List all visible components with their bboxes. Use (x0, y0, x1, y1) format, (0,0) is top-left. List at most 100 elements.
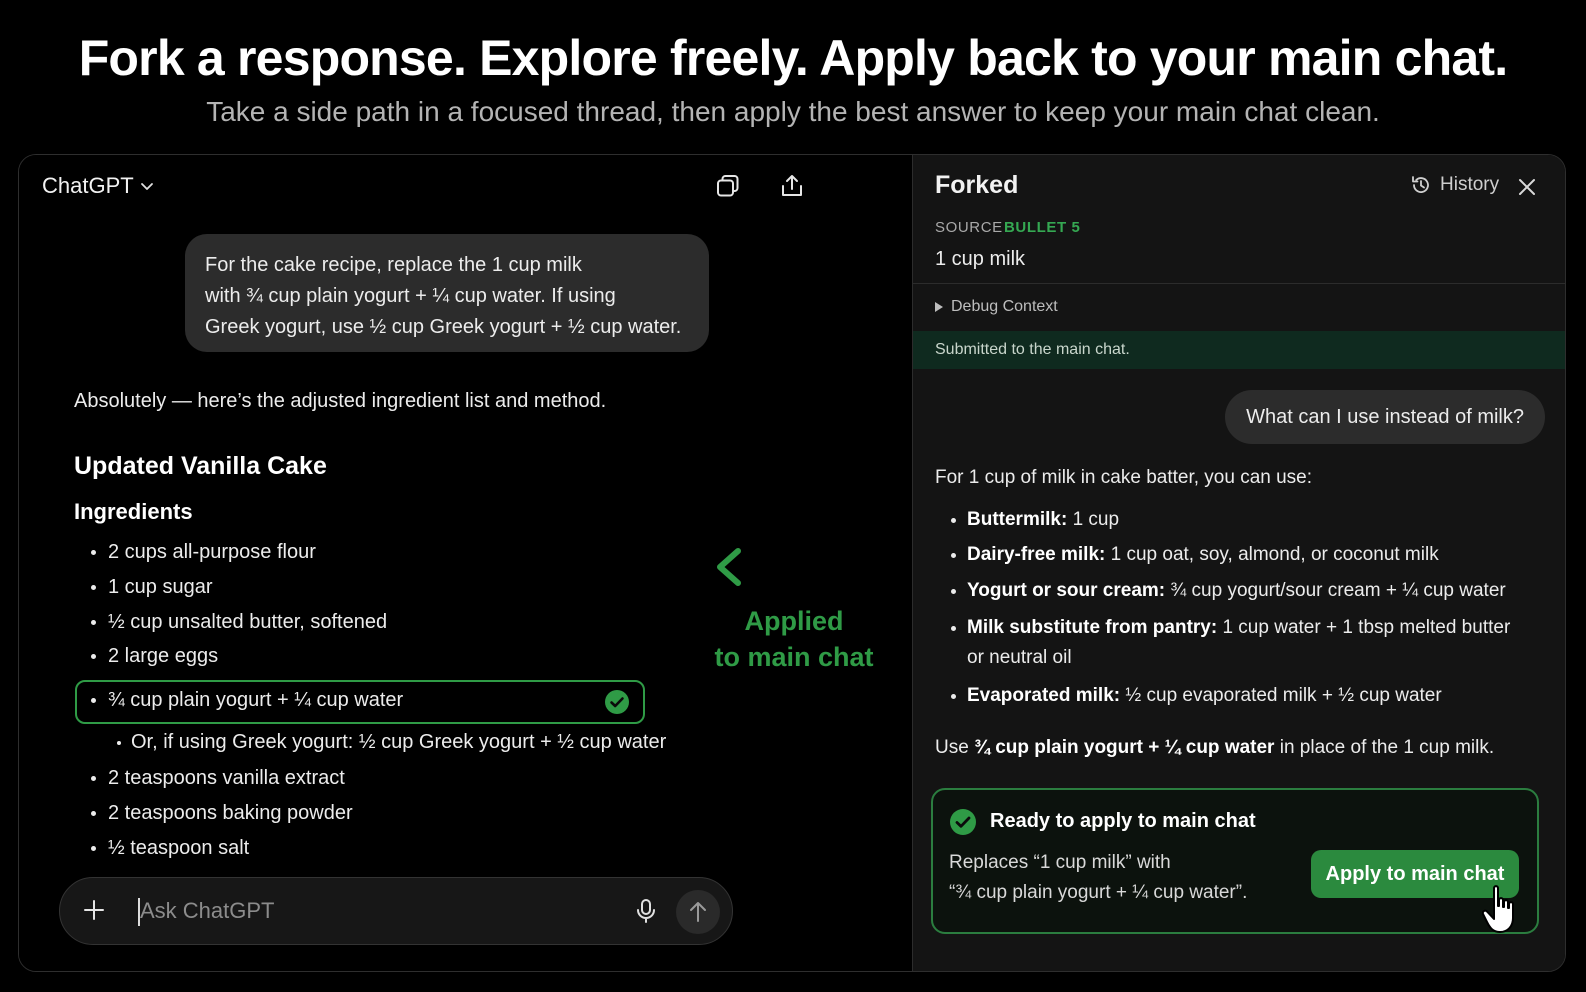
option-detail: 1 cup (1067, 509, 1120, 530)
ready-description-line: “¾ cup plain yogurt + ¼ cup water”. (949, 882, 1248, 903)
answer-lead: For 1 cup of milk in cake batter, you ca… (935, 467, 1313, 488)
chevron-down-icon (140, 183, 153, 190)
ingredient-text: 2 cups all-purpose flour (108, 541, 316, 563)
ingredient-item: 2 teaspoons vanilla extract (91, 767, 345, 790)
bullet-dot (951, 518, 956, 523)
bullet-dot (951, 694, 956, 699)
plus-icon[interactable] (82, 898, 106, 922)
composer-input[interactable]: Ask ChatGPT (140, 898, 274, 924)
ingredient-text: 2 large eggs (108, 645, 219, 667)
assistant-intro: Absolutely — here’s the adjusted ingredi… (74, 390, 607, 412)
user-message-line: Greek yogurt, use ½ cup Greek yogurt + ½… (205, 316, 682, 338)
bullet-dot (91, 654, 96, 659)
user-message-line: For the cake recipe, replace the 1 cup m… (205, 254, 582, 276)
history-button[interactable]: History (1410, 174, 1499, 196)
ingredient-item: ½ teaspoon salt (91, 837, 249, 860)
ready-description: Replaces “1 cup milk” with “¾ cup plain … (949, 848, 1279, 908)
copy-icon[interactable] (715, 173, 741, 199)
main-chat-pane: ChatGPT For the cake recipe, replace the… (19, 155, 912, 971)
check-circle-icon (605, 690, 629, 714)
option-name: Buttermilk: (967, 509, 1068, 530)
debug-label: Debug Context (951, 298, 1058, 315)
recommendation-prefix: Use (935, 737, 975, 758)
bullet-dot (91, 698, 96, 703)
ready-description-line: Replaces “1 cup milk” with (949, 852, 1171, 873)
substitute-option: Milk substitute from pantry: 1 cup water… (951, 613, 1511, 673)
divider (913, 283, 1565, 284)
close-icon[interactable] (1517, 177, 1537, 197)
share-icon[interactable] (779, 173, 805, 199)
user-message-line: with ¾ cup plain yogurt + ¼ cup water. I… (205, 285, 616, 307)
option-name: Yogurt or sour cream: (967, 580, 1166, 601)
bullet-dot (91, 585, 96, 590)
source-value: 1 cup milk (935, 248, 1026, 270)
recommendation-bold: ¾ cup plain yogurt + ¼ cup water (974, 737, 1275, 758)
ingredient-text: ½ teaspoon salt (108, 837, 250, 859)
bullet-dot (91, 811, 96, 816)
ingredient-item-applied: ¾ cup plain yogurt + ¼ cup water (91, 689, 403, 712)
ingredient-text: 2 teaspoons vanilla extract (108, 767, 345, 789)
substitute-option: Buttermilk: 1 cup (951, 505, 1119, 535)
ingredient-text: 1 cup sugar (108, 576, 213, 598)
ingredient-item: 1 cup sugar (91, 576, 213, 599)
ready-title: Ready to apply to main chat (990, 810, 1256, 832)
ingredients-heading: Ingredients (74, 499, 193, 524)
send-button[interactable] (676, 890, 720, 934)
debug-context-toggle[interactable]: Debug Context (935, 298, 1058, 316)
applied-label-line: Applied (744, 606, 844, 636)
microphone-icon[interactable] (635, 898, 657, 924)
option-detail: ½ cup evaporated milk + ½ cup water (1120, 685, 1442, 706)
applied-label: Applied to main chat (714, 603, 874, 675)
ingredient-text: ½ cup unsalted butter, softened (108, 611, 388, 633)
ingredient-item: ½ cup unsalted butter, softened (91, 611, 387, 634)
arrow-up-icon (690, 902, 706, 922)
submitted-notice: Submitted to the main chat. (913, 331, 1565, 369)
history-label: History (1440, 174, 1500, 195)
composer: Ask ChatGPT (59, 877, 733, 945)
arrow-left-icon (717, 548, 894, 586)
fork-user-question: What can I use instead of milk? (1225, 390, 1545, 444)
model-selector[interactable]: ChatGPT (42, 173, 154, 199)
check-circle-icon (950, 809, 976, 835)
recommendation-suffix: in place of the 1 cup milk. (1274, 737, 1495, 758)
option-name: Dairy-free milk: (967, 544, 1106, 565)
recipe-title: Updated Vanilla Cake (74, 452, 327, 480)
history-icon (1412, 176, 1429, 193)
forked-panel: Forked History SOURCE BULLET 5 1 cup mil… (912, 155, 1565, 971)
option-name: Evaporated milk: (967, 685, 1121, 706)
ingredient-item: 2 large eggs (91, 645, 218, 668)
bullet-dot (951, 553, 956, 558)
bullet-dot (91, 620, 96, 625)
substitute-option: Dairy-free milk: 1 cup oat, soy, almond,… (951, 540, 1439, 570)
bullet-dot (91, 846, 96, 851)
substitute-option: Evaporated milk: ½ cup evaporated milk +… (951, 681, 1442, 711)
bullet-dot (91, 776, 96, 781)
ingredient-item: 2 teaspoons baking powder (91, 802, 353, 825)
bullet-dot (951, 626, 956, 631)
ingredient-subitem: Or, if using Greek yogurt: ½ cup Greek y… (117, 731, 666, 754)
user-message-bubble: For the cake recipe, replace the 1 cup m… (185, 234, 709, 352)
bullet-dot (117, 740, 121, 745)
option-detail: 1 cup oat, soy, almond, or coconut milk (1105, 544, 1439, 565)
ingredient-item: 2 cups all-purpose flour (91, 541, 316, 564)
ready-to-apply-card: Ready to apply to main chat Replaces “1 … (931, 788, 1539, 934)
app-window: ChatGPT For the cake recipe, replace the… (18, 154, 1566, 972)
ingredient-text: Or, if using Greek yogurt: ½ cup Greek y… (131, 731, 667, 753)
hero-subtitle: Take a side path in a focused thread, th… (206, 96, 1380, 127)
hand-pointer-icon (1482, 885, 1514, 933)
caret-right-icon (935, 302, 943, 312)
option-detail: ¾ cup yogurt/sour cream + ¼ cup water (1165, 580, 1506, 601)
substitute-option: Yogurt or sour cream: ¾ cup yogurt/sour … (951, 576, 1506, 606)
option-name: Milk substitute from pantry: (967, 617, 1218, 638)
bullet-dot (91, 550, 96, 555)
panel-title: Forked (935, 171, 1019, 199)
hero-title: Fork a response. Explore freely. Apply b… (78, 30, 1508, 86)
source-tag: BULLET 5 (1004, 219, 1081, 236)
recommendation-text: Use ¾ cup plain yogurt + ¼ cup water in … (935, 737, 1494, 759)
applied-label-line: to main chat (714, 642, 874, 672)
source-label: SOURCE (935, 219, 1003, 236)
bullet-dot (951, 589, 956, 594)
ingredient-text: 2 teaspoons baking powder (108, 802, 353, 824)
ingredient-text: ¾ cup plain yogurt + ¼ cup water (108, 689, 404, 711)
model-name: ChatGPT (42, 173, 134, 198)
